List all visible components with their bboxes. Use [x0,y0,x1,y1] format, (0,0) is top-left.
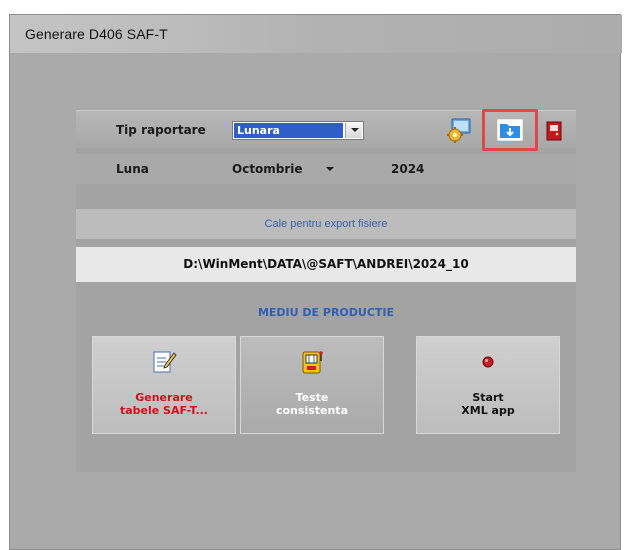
edit-document-icon [153,351,177,373]
generate-tables-button[interactable]: Generare tabele SAF-T... [92,336,236,434]
exit-door-icon[interactable] [546,121,562,141]
main-panel: Tip raportare Lunara Luna Octombrie 2024… [76,109,576,472]
year-value[interactable]: 2024 [391,162,424,176]
report-type-label: Tip raportare [116,123,206,137]
generate-tables-line2: tabele SAF-T... [119,404,208,417]
slot-machine-icon [302,351,323,374]
consistency-tests-button[interactable]: Teste consistenta [240,336,384,434]
chevron-down-icon[interactable] [326,167,334,171]
export-folder-button[interactable] [482,109,538,151]
export-path-caption-bar: Cale pentru export fisiere [76,209,576,239]
environment-label: MEDIU DE PRODUCTIE [257,306,395,319]
window-title: Generare D406 SAF-T [25,26,168,42]
start-xml-app-line1: Start [472,391,504,404]
generate-tables-label: Generare tabele SAF-T... [93,391,235,417]
chevron-down-icon [351,128,359,132]
report-type-combo[interactable]: Lunara [232,121,364,140]
month-select[interactable]: Octombrie [232,162,303,176]
saft-window: Generare D406 SAF-T Tip raportare Lunara [9,14,622,550]
start-xml-app-button[interactable]: Start XML app [416,336,560,434]
report-type-dropdown-button[interactable] [345,123,362,138]
consistency-tests-label: Teste consistenta [241,391,383,417]
start-xml-app-label: Start XML app [417,391,559,417]
consistency-tests-line2: consistenta [275,404,348,417]
red-dot-icon [482,356,494,368]
month-label: Luna [116,162,149,176]
month-row: Luna Octombrie 2024 [76,154,576,184]
export-path-field[interactable]: D:\WinMent\DATA\@SAFT\ANDREI\2024_10 [76,247,576,282]
export-path-value: D:\WinMent\DATA\@SAFT\ANDREI\2024_10 [183,257,469,271]
report-type-value: Lunara [234,123,343,138]
generate-tables-line1: Generare [135,391,193,404]
folder-download-icon [497,119,523,141]
consistency-tests-line1: Teste [295,391,329,404]
start-xml-app-line2: XML app [461,404,515,417]
title-bar: Generare D406 SAF-T [10,15,622,53]
export-path-caption: Cale pentru export fisiere [264,218,388,230]
report-type-row: Tip raportare Lunara [76,109,576,151]
settings-gear-icon[interactable] [446,117,472,143]
